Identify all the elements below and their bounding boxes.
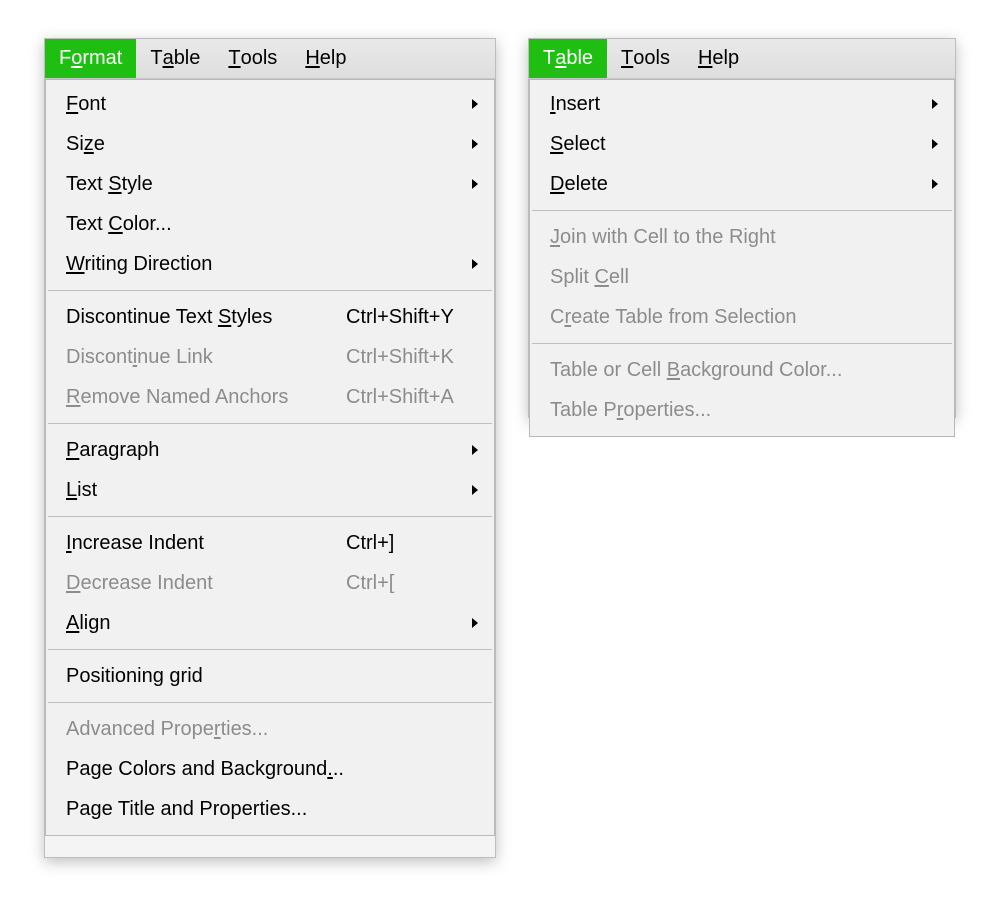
submenu-arrow-icon	[472, 445, 478, 455]
format-panel: FormatTableToolsHelp Font Size Text Style T…	[44, 38, 496, 858]
right-menubar-table[interactable]: Table	[529, 39, 607, 78]
right-menubar-tools[interactable]: Tools	[607, 39, 684, 78]
menu-label: Paragraph	[66, 439, 159, 462]
menu-label: Writing Direction	[66, 253, 212, 276]
menu-label: Remove Named Anchors	[66, 386, 288, 409]
menu-discontinue-text-styles[interactable]: Discontinue Text Styles Ctrl+Shift+Y	[46, 297, 494, 337]
menu-label: Page Title and Properties...	[66, 798, 307, 821]
menu-label: Size	[66, 133, 105, 156]
menu-label: Text Color...	[66, 213, 172, 236]
table-dropdown: Insert Select Delete Join with Cell to the …	[529, 79, 955, 437]
stage: FormatTableToolsHelp FontSizeText StyleT…	[0, 0, 1000, 904]
menu-label: Discontinue Link	[66, 346, 213, 369]
menu-discontinue-link: Discontinue Link Ctrl+Shift+K	[46, 337, 494, 377]
menu-select[interactable]: Select	[530, 124, 954, 164]
left-menubar-tools[interactable]: Tools	[214, 39, 291, 78]
submenu-arrow-icon	[472, 259, 478, 269]
menu-label: Advanced Properties...	[66, 718, 268, 741]
menu-label: Positioning grid	[66, 665, 203, 688]
menu-paragraph[interactable]: Paragraph	[46, 430, 494, 470]
submenu-arrow-icon	[472, 179, 478, 189]
menu-split-cell: Split Cell	[530, 257, 954, 297]
menu-label: Align	[66, 612, 110, 635]
menu-separator	[48, 290, 492, 291]
menu-separator	[532, 210, 952, 211]
menubar-right: TableToolsHelp	[529, 39, 955, 79]
menu-separator	[48, 423, 492, 424]
menu-label: Decrease Indent	[66, 572, 213, 595]
menu-label: Increase Indent	[66, 532, 204, 555]
menu-size[interactable]: Size	[46, 124, 494, 164]
menu-font[interactable]: Font	[46, 84, 494, 124]
menu-label: Split Cell	[550, 266, 629, 289]
menu-table-properties: Table Properties...	[530, 390, 954, 430]
menu-label: Insert	[550, 93, 600, 116]
submenu-arrow-icon	[932, 179, 938, 189]
menu-label: Select	[550, 133, 606, 156]
menu-shortcut: Ctrl+Shift+Y	[322, 306, 478, 329]
menu-writing-direction[interactable]: Writing Direction	[46, 244, 494, 284]
menu-label: Font	[66, 93, 106, 116]
menu-list[interactable]: List	[46, 470, 494, 510]
menu-shortcut: Ctrl+]	[322, 532, 478, 555]
submenu-arrow-icon	[472, 618, 478, 628]
menu-label: Join with Cell to the Right	[550, 226, 776, 249]
menu-label: Page Colors and Background...	[66, 758, 344, 781]
format-dropdown: Font Size Text Style Text Color... Writing D…	[45, 79, 495, 836]
menu-text-color[interactable]: Text Color...	[46, 204, 494, 244]
left-menubar-help[interactable]: Help	[291, 39, 360, 78]
menu-shortcut: Ctrl+Shift+K	[322, 346, 478, 369]
menu-separator	[48, 702, 492, 703]
right-menubar-help[interactable]: Help	[684, 39, 753, 78]
submenu-arrow-icon	[472, 139, 478, 149]
menu-align[interactable]: Align	[46, 603, 494, 643]
menu-label: Create Table from Selection	[550, 306, 796, 329]
menu-label: Delete	[550, 173, 608, 196]
left-menubar-table[interactable]: Table	[136, 39, 214, 78]
menu-insert[interactable]: Insert	[530, 84, 954, 124]
menu-separator	[48, 649, 492, 650]
menu-label: List	[66, 479, 97, 502]
menu-delete[interactable]: Delete	[530, 164, 954, 204]
menu-separator	[48, 516, 492, 517]
menu-remove-named-anchors: Remove Named Anchors Ctrl+Shift+A	[46, 377, 494, 417]
menu-decrease-indent: Decrease Indent Ctrl+[	[46, 563, 494, 603]
menu-label: Text Style	[66, 173, 153, 196]
menu-positioning-grid[interactable]: Positioning grid	[46, 656, 494, 696]
menu-shortcut: Ctrl+Shift+A	[322, 386, 478, 409]
menubar-left: FormatTableToolsHelp	[45, 39, 495, 79]
menu-page-colors-and-background[interactable]: Page Colors and Background...	[46, 749, 494, 789]
menu-label: Table Properties...	[550, 399, 711, 422]
menu-create-table-from-selection: Create Table from Selection	[530, 297, 954, 337]
menu-shortcut: Ctrl+[	[322, 572, 478, 595]
submenu-arrow-icon	[472, 485, 478, 495]
submenu-arrow-icon	[932, 99, 938, 109]
menu-label: Table or Cell Background Color...	[550, 359, 842, 382]
menu-join-with-cell-to-the-right: Join with Cell to the Right	[530, 217, 954, 257]
menu-separator	[532, 343, 952, 344]
menu-advanced-properties: Advanced Properties...	[46, 709, 494, 749]
table-panel: TableToolsHelp Insert Select Delete Join wi…	[528, 38, 956, 418]
menu-label: Discontinue Text Styles	[66, 306, 272, 329]
submenu-arrow-icon	[932, 139, 938, 149]
menu-table-or-cell-background-color: Table or Cell Background Color...	[530, 350, 954, 390]
menu-page-title-and-properties[interactable]: Page Title and Properties...	[46, 789, 494, 829]
menu-text-style[interactable]: Text Style	[46, 164, 494, 204]
submenu-arrow-icon	[472, 99, 478, 109]
menu-increase-indent[interactable]: Increase Indent Ctrl+]	[46, 523, 494, 563]
left-menubar-format[interactable]: Format	[45, 39, 136, 78]
